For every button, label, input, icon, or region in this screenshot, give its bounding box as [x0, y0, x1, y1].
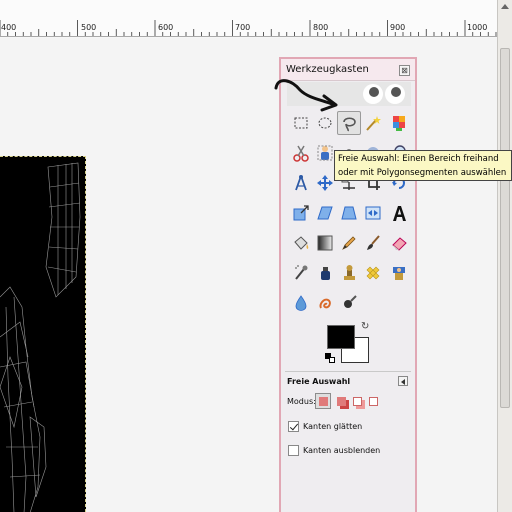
color-select-icon: [393, 116, 405, 131]
tool-scissors-select-button[interactable]: [289, 141, 313, 165]
tool-scale-button[interactable]: [289, 201, 313, 225]
ruler-label: 700: [235, 23, 251, 32]
move-icon: [317, 175, 333, 191]
smudge-icon: [319, 298, 331, 309]
mode-intersect-button[interactable]: [365, 393, 381, 409]
text-icon: [393, 206, 406, 221]
scrollbar-thumb[interactable]: [500, 48, 510, 408]
airbrush-icon: [295, 265, 308, 280]
tooltip-description: oder mit Polygonsegmenten auswählen: [338, 168, 507, 178]
tool-dodge-burn-button[interactable]: [337, 291, 361, 315]
pencil-icon: [342, 236, 356, 250]
scale-icon: [293, 205, 309, 221]
tool-heal-button[interactable]: [361, 261, 385, 285]
divider: [285, 371, 411, 372]
tool-options-title: Freie Auswahl: [287, 377, 351, 386]
ink-icon: [321, 267, 330, 280]
flip-icon: [365, 206, 381, 220]
gradient-icon: [317, 235, 333, 251]
brush-icon: [367, 235, 380, 250]
tool-ink-button[interactable]: [313, 261, 337, 285]
tool-perspective-clone-button[interactable]: [387, 261, 411, 285]
color-area[interactable]: ↻: [325, 321, 373, 367]
eraser-icon: [392, 237, 407, 251]
antialias-option[interactable]: Kanten glätten: [288, 420, 362, 432]
ruler-label: 400: [1, 23, 17, 32]
tool-eraser-button[interactable]: [387, 231, 411, 255]
tool-blend-button[interactable]: [313, 231, 337, 255]
tool-airbrush-button[interactable]: [289, 261, 313, 285]
ruler-label: 1000: [467, 23, 488, 32]
toolbox-window[interactable]: Werkzeugkasten ⊠ ↻ Freie Auswahl Modus: …: [279, 57, 417, 512]
feather-label: Kanten ausblenden: [303, 445, 381, 455]
tool-blur-sharpen-button[interactable]: [289, 291, 313, 315]
rect-select-icon: [294, 117, 308, 129]
tool-text-button[interactable]: [387, 201, 411, 225]
tool-pencil-button[interactable]: [337, 231, 361, 255]
tool-select-by-color-button[interactable]: [387, 111, 411, 135]
tool-fuzzy-select-button[interactable]: [361, 111, 385, 135]
tool-measure-button[interactable]: [289, 171, 313, 195]
tool-clone-button[interactable]: [337, 261, 361, 285]
perspective-icon: [341, 206, 357, 220]
horizontal-ruler[interactable]: 400 500 600 700 800 900 1000: [0, 0, 497, 37]
annotation-arrow-icon: [274, 79, 338, 112]
tool-flip-button[interactable]: [361, 201, 385, 225]
bucket-icon: [294, 236, 309, 250]
swap-colors-icon[interactable]: ↻: [361, 321, 369, 332]
image-canvas[interactable]: [0, 38, 497, 512]
tool-tooltip: Freie Auswahl: Einen Bereich freihand od…: [334, 150, 512, 181]
wilber-pupil-icon: [391, 87, 401, 97]
vertical-scrollbar[interactable]: [497, 0, 512, 512]
foreground-select-icon: [317, 145, 333, 161]
wireframe-texture: [0, 162, 81, 512]
feather-checkbox[interactable]: [288, 444, 299, 456]
ruler-label: 500: [81, 23, 97, 32]
lasso-icon: [343, 117, 356, 132]
tool-bucket-fill-button[interactable]: [289, 231, 313, 255]
perspective-clone-icon: [393, 267, 405, 280]
tooltip-line-1: Freie Auswahl: Einen Bereich freihand: [338, 154, 499, 164]
dodge-burn-icon: [344, 295, 357, 308]
scroll-up-arrow-icon[interactable]: [501, 4, 509, 9]
tool-perspective-button[interactable]: [337, 201, 361, 225]
heal-icon: [366, 266, 380, 280]
tooltip-line-2: oder mit Polygonsegmenten auswählen F: [338, 168, 512, 178]
clone-stamp-icon: [344, 265, 355, 280]
foreground-color[interactable]: [327, 325, 355, 349]
default-colors-icon[interactable]: [325, 353, 335, 363]
mode-label: Modus:: [287, 397, 316, 406]
magic-wand-icon: [366, 116, 381, 131]
mode-subtract-button[interactable]: [349, 393, 365, 409]
ellipse-select-icon: [318, 117, 332, 129]
drop-icon: [295, 295, 307, 311]
close-icon[interactable]: ⊠: [399, 65, 410, 76]
options-menu-icon[interactable]: [398, 376, 408, 386]
image-layer[interactable]: [0, 156, 86, 512]
antialias-label: Kanten glätten: [303, 421, 363, 431]
tool-smudge-button[interactable]: [313, 291, 337, 315]
ruler-label: 800: [313, 23, 329, 32]
tool-paintbrush-button[interactable]: [361, 231, 385, 255]
tool-shear-button[interactable]: [313, 201, 337, 225]
compass-icon: [295, 175, 307, 191]
mode-add-button[interactable]: [333, 393, 349, 409]
ruler-label: 900: [390, 23, 406, 32]
wilber-pupil-icon: [369, 87, 379, 97]
shear-icon: [317, 206, 333, 220]
scissors-icon: [293, 145, 309, 162]
feather-option[interactable]: Kanten ausblenden: [288, 444, 380, 456]
mode-replace-button[interactable]: [315, 393, 331, 409]
ruler-label: 600: [158, 23, 174, 32]
antialias-checkbox[interactable]: [288, 420, 299, 432]
